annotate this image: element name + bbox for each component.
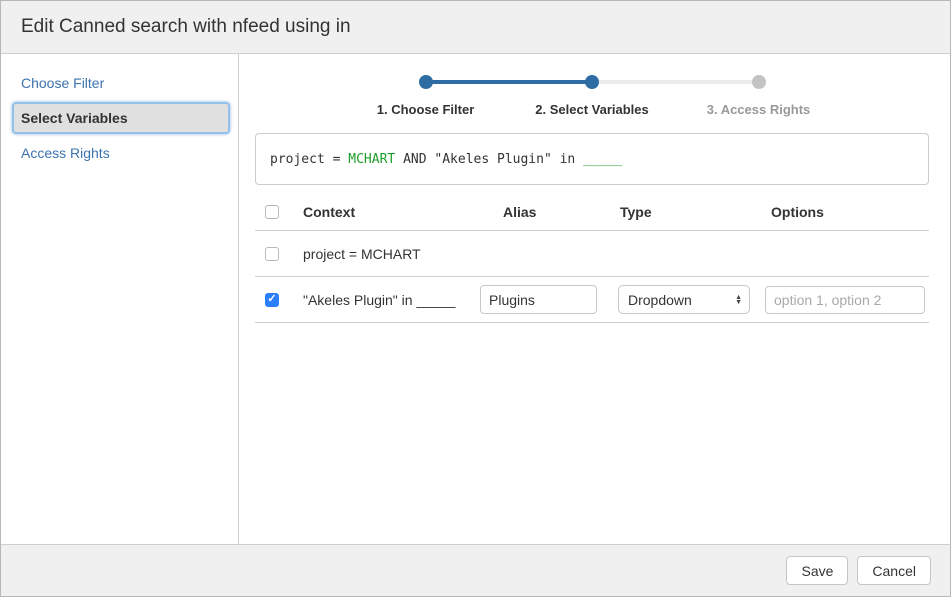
row-checkbox-cell: ✓ [255, 293, 303, 307]
header-context: Context [303, 204, 480, 220]
dialog-body: Choose Filter Select Variables Access Ri… [1, 54, 950, 544]
dialog-footer: Save Cancel [1, 544, 950, 596]
row2-options-cell [765, 286, 929, 314]
wizard-sidebar: Choose Filter Select Variables Access Ri… [1, 54, 239, 544]
row1-checkbox[interactable] [265, 247, 279, 261]
save-button[interactable]: Save [786, 556, 848, 585]
row1-context-text: project = MCHART [303, 246, 480, 262]
checkmark-icon: ✓ [267, 294, 276, 305]
sidebar-item-choose-filter[interactable]: Choose Filter [1, 66, 238, 100]
step-dot-access-rights [752, 75, 766, 89]
select-all-checkbox[interactable] [265, 205, 279, 219]
row2-type-cell: Dropdown ▲▼ [618, 285, 765, 314]
jql-query-preview: project = MCHART AND "Akeles Plugin" in … [255, 133, 929, 185]
query-segment: project = [270, 152, 348, 167]
alias-input[interactable] [480, 285, 597, 314]
header-options: Options [765, 204, 929, 220]
table-header-row: Context Alias Type Options [255, 194, 929, 231]
step-dot-choose-filter [419, 75, 433, 89]
cancel-button[interactable]: Cancel [857, 556, 931, 585]
step-label-choose-filter: 1. Choose Filter [377, 102, 475, 117]
variables-table: Context Alias Type Options project = MCH… [255, 194, 929, 323]
step-label-select-variables: 2. Select Variables [535, 102, 648, 117]
type-select[interactable]: Dropdown ▲▼ [618, 285, 750, 314]
row2-checkbox[interactable]: ✓ [265, 293, 279, 307]
header-type: Type [618, 204, 765, 220]
step-label-access-rights: 3. Access Rights [707, 102, 811, 117]
header-checkbox-cell [255, 205, 303, 219]
select-stepper-icon: ▲▼ [735, 295, 742, 305]
stepper-track-progress [426, 80, 593, 84]
row2-alias-cell [480, 285, 618, 314]
type-select-value: Dropdown [628, 292, 692, 308]
sidebar-item-access-rights[interactable]: Access Rights [1, 136, 238, 170]
edit-canned-search-dialog: Edit Canned search with nfeed using in C… [0, 0, 951, 597]
row-checkbox-cell [255, 247, 303, 261]
dialog-header: Edit Canned search with nfeed using in [1, 1, 950, 54]
query-segment-variable-blank: _____ [583, 152, 622, 167]
table-row-project-clause: project = MCHART [255, 231, 929, 277]
table-row-akeles-plugin-clause: ✓ "Akeles Plugin" in _____ Dropdown ▲▼ [255, 277, 929, 323]
query-segment-project-value: MCHART [348, 152, 395, 167]
row2-context-text: "Akeles Plugin" in _____ [303, 292, 480, 308]
header-alias: Alias [480, 204, 618, 220]
main-panel: 1. Choose Filter 2. Select Variables 3. … [239, 54, 950, 544]
query-segment: AND "Akeles Plugin" in [395, 152, 583, 167]
progress-stepper: 1. Choose Filter 2. Select Variables 3. … [426, 80, 759, 120]
dialog-title: Edit Canned search with nfeed using in [21, 16, 351, 38]
sidebar-item-select-variables[interactable]: Select Variables [12, 102, 230, 134]
step-dot-select-variables [585, 75, 599, 89]
options-input[interactable] [765, 286, 925, 314]
